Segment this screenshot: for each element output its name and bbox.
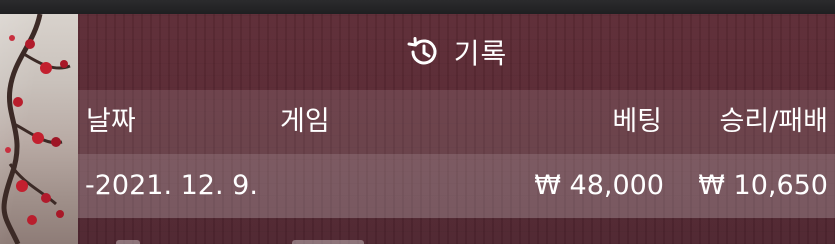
plum-blossom-illustration bbox=[1, 14, 71, 244]
plum-blossom-artwork bbox=[0, 14, 78, 244]
partial-text bbox=[292, 240, 364, 244]
row-date: -2021. 12. 9. bbox=[85, 170, 258, 201]
history-icon bbox=[406, 35, 440, 69]
partial-text bbox=[116, 240, 140, 244]
column-header-date[interactable]: 날짜 bbox=[86, 90, 136, 154]
table-row[interactable]: -2021. 12. 9. ₩ 48,000 ₩ 10,650 bbox=[78, 154, 835, 218]
top-bar bbox=[0, 0, 835, 14]
row-win-loss-amount: ₩ 10,650 bbox=[698, 170, 828, 201]
column-header-game[interactable]: 게임 bbox=[280, 90, 330, 154]
row-bet-amount: ₩ 48,000 bbox=[534, 170, 664, 201]
column-header-bet[interactable]: 베팅 bbox=[612, 90, 662, 154]
history-header: 기록 bbox=[78, 14, 835, 90]
history-panel: 기록 날짜 게임 베팅 승리/패배 -2021. 12. 9. ₩ 48,000… bbox=[78, 14, 835, 244]
table-header-row: 날짜 게임 베팅 승리/패배 bbox=[78, 90, 835, 154]
page-title: 기록 bbox=[453, 37, 508, 70]
column-header-result[interactable]: 승리/패배 bbox=[720, 90, 828, 154]
table-row-partial[interactable] bbox=[78, 218, 835, 244]
